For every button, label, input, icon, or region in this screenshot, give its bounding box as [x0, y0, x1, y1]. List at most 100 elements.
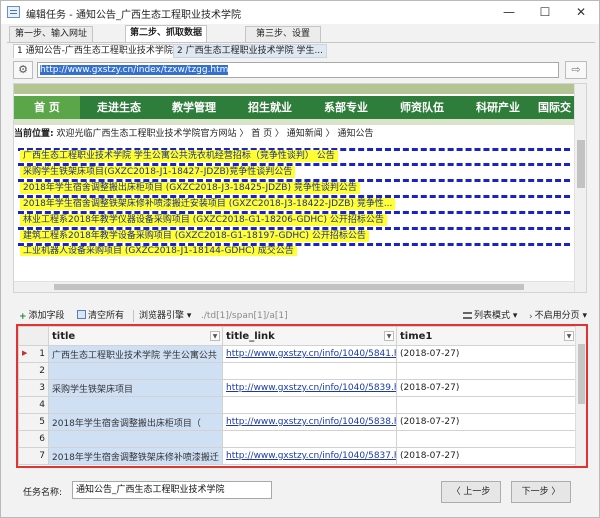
- cell-link[interactable]: http://www.gxstzy.cn/info/1040/5839.htm: [226, 383, 396, 393]
- table-row[interactable]: 4: [18, 396, 577, 414]
- cell-title[interactable]: 2018年学生宿舍调整搬出床柜项目（: [48, 413, 223, 431]
- chevron-down-icon[interactable]: ▼: [210, 331, 220, 341]
- cell-time1[interactable]: (2018-07-27): [396, 345, 577, 363]
- url-bar: ⚙ http://www.gxstzy.cn/index/tzxw/tzgg.h…: [13, 61, 587, 79]
- column-header-title-link[interactable]: title_link ▼: [222, 326, 397, 346]
- add-field-button[interactable]: + 添加字段: [19, 307, 65, 325]
- gear-icon[interactable]: ⚙: [13, 61, 33, 79]
- url-input[interactable]: http://www.gxstzy.cn/index/tzxw/tzgg.htm: [37, 62, 559, 78]
- table-row[interactable]: 7 2018年学生宿舍调整铁架床修补喷漆搬迁 http://www.gxstzy…: [18, 447, 577, 465]
- tabs-divider: [7, 42, 595, 43]
- column-time1-label: time1: [400, 330, 433, 342]
- clear-all-label: 清空所有: [88, 311, 125, 321]
- row-number: 3: [18, 379, 49, 397]
- notice-item[interactable]: 2018年学生宿舍调整铁架床修补喷漆搬迁安装项目 (GXZC2018-J3-18…: [20, 198, 396, 210]
- notice-item[interactable]: 林业工程系2018年教学仪器设备采购项目 (GXZC2018-G1-18206-…: [20, 214, 387, 226]
- breadcrumb-label: 当前位置:: [14, 129, 54, 139]
- scroll-thumb[interactable]: [578, 344, 585, 404]
- cell-time1[interactable]: (2018-07-27): [396, 379, 577, 397]
- cell-title-link[interactable]: http://www.gxstzy.cn/info/1040/5841.htm: [222, 345, 397, 363]
- subtab-page-2[interactable]: 2 广西生态工程职业技术学院 学生...: [173, 44, 328, 58]
- tab-step-2[interactable]: 第二步、抓取数据: [125, 25, 207, 43]
- browser-vertical-scrollbar[interactable]: [574, 84, 586, 292]
- tab-step-3[interactable]: 第三步、设置: [245, 26, 321, 42]
- column-header-title[interactable]: title ▼: [48, 326, 223, 346]
- data-grid[interactable]: title ▼ title_link ▼ time1 ▼ ▶ 1 广西生态工程职业技术学…: [16, 324, 588, 468]
- xpath-text: ./td[1]/span[1]/a[1]: [201, 311, 288, 321]
- row-number-header: [18, 326, 49, 346]
- paging-dropdown[interactable]: › 不启用分页 ▾: [529, 307, 587, 325]
- close-button[interactable]: ✕: [563, 1, 599, 23]
- nav-item-research[interactable]: 科研产业: [462, 96, 534, 119]
- column-title-label: title: [52, 330, 76, 342]
- cell-title-link[interactable]: http://www.gxstzy.cn/info/1040/5839.htm: [222, 379, 397, 397]
- cell-title[interactable]: 广西生态工程职业技术学院 学生公寓公共: [48, 345, 223, 363]
- list-mode-dropdown[interactable]: 列表模式 ▾: [463, 307, 517, 325]
- site-nav: 首 页 走进生态 教学管理 招生就业 系部专业 师资队伍 科研产业 国际交: [14, 96, 574, 119]
- cell-title[interactable]: [48, 430, 223, 448]
- subtab-page-1[interactable]: 1 通知公告-广西生态工程职业技术学院: [13, 44, 177, 58]
- breadcrumb-text: 欢迎光临广西生态工程职业技术学院官方网站 〉 首 页 〉 通知新闻 〉 通知公告: [56, 129, 374, 139]
- minimize-button[interactable]: —: [491, 1, 527, 23]
- table-row[interactable]: 3 采购学生铁架床项目 http://www.gxstzy.cn/info/10…: [18, 379, 577, 397]
- cell-link[interactable]: http://www.gxstzy.cn/info/1040/5838.htm: [226, 417, 396, 427]
- browser-engine-dropdown[interactable]: 浏览器引擎 ▾: [139, 307, 191, 325]
- chevron-down-icon[interactable]: ▼: [564, 331, 574, 341]
- cell-title-link[interactable]: [222, 396, 397, 414]
- cell-time1[interactable]: (2018-07-27): [396, 413, 577, 431]
- browser-horizontal-scrollbar[interactable]: [14, 281, 574, 292]
- nav-item-home[interactable]: 首 页: [14, 96, 80, 119]
- table-row[interactable]: 2: [18, 362, 577, 380]
- cell-title[interactable]: [48, 362, 223, 380]
- nav-item-admission[interactable]: 招生就业: [234, 96, 306, 119]
- cell-time1[interactable]: (2018-07-27): [396, 447, 577, 465]
- embedded-browser[interactable]: 首 页 走进生态 教学管理 招生就业 系部专业 师资队伍 科研产业 国际交 当前…: [13, 83, 587, 293]
- nav-item-teaching[interactable]: 教学管理: [158, 96, 230, 119]
- add-field-label: 添加字段: [28, 311, 65, 321]
- cell-title-link[interactable]: http://www.gxstzy.cn/info/1040/5838.htm: [222, 413, 397, 431]
- row-number: 5: [18, 413, 49, 431]
- cell-link[interactable]: http://www.gxstzy.cn/info/1040/5837.htm: [226, 451, 396, 461]
- scroll-thumb[interactable]: [54, 284, 524, 290]
- cell-link[interactable]: http://www.gxstzy.cn/info/1040/5841.htm: [226, 349, 396, 359]
- table-row[interactable]: 5 2018年学生宿舍调整搬出床柜项目（ http://www.gxstzy.c…: [18, 413, 577, 431]
- footer: 任务名称: 通知公告_广西生态工程职业技术学院 〈 上一步 下一步 〉: [1, 475, 599, 517]
- paging-label: 不启用分页 ▾: [534, 311, 587, 321]
- nav-item-faculty[interactable]: 师资队伍: [386, 96, 458, 119]
- cell-time1[interactable]: [396, 362, 577, 380]
- clear-all-button[interactable]: 清空所有: [77, 307, 124, 325]
- grid-vertical-scrollbar[interactable]: [575, 326, 586, 466]
- notice-item[interactable]: 采购学生铁架床项目(GXZC2018-J1-18427-JDZB)竞争性谈判公告: [20, 166, 296, 178]
- paging-arrow-icon: ›: [529, 312, 533, 322]
- tab-step-1[interactable]: 第一步、输入网址: [9, 26, 93, 42]
- chevron-down-icon[interactable]: ▼: [384, 331, 394, 341]
- nav-item-about[interactable]: 走进生态: [84, 96, 154, 119]
- notice-item[interactable]: 建筑工程系2018年教学设备采购项目 (GXZC2018-G1-18197-GD…: [20, 230, 369, 242]
- scroll-thumb[interactable]: [577, 140, 585, 188]
- cell-time1[interactable]: [396, 430, 577, 448]
- nav-item-international[interactable]: 国际交: [538, 96, 578, 119]
- go-arrow-icon[interactable]: ⇨: [565, 61, 587, 79]
- notice-item[interactable]: 工业机器人设备采购项目 (GXZC2018-J1-18144-GDHC) 成交公…: [20, 246, 297, 256]
- maximize-button[interactable]: ☐: [527, 1, 563, 23]
- table-row[interactable]: 6: [18, 430, 577, 448]
- url-text: http://www.gxstzy.cn/index/tzxw/tzgg.htm: [40, 65, 229, 75]
- breadcrumb: 当前位置: 欢迎光临广西生态工程职业技术学院官方网站 〉 首 页 〉 通知新闻 …: [14, 126, 374, 139]
- row-number: 2: [18, 362, 49, 380]
- nav-item-departments[interactable]: 系部专业: [310, 96, 382, 119]
- cell-title[interactable]: [48, 396, 223, 414]
- cell-title-link[interactable]: http://www.gxstzy.cn/info/1040/5837.htm: [222, 447, 397, 465]
- table-row[interactable]: ▶ 1 广西生态工程职业技术学院 学生公寓公共 http://www.gxstzy…: [18, 345, 577, 363]
- notice-item[interactable]: 广西生态工程职业技术学院 学生公寓公共洗衣机经营招标（竞争性谈判） 公告: [20, 150, 338, 162]
- column-header-time1[interactable]: time1 ▼: [396, 326, 577, 346]
- prev-step-button[interactable]: 〈 上一步: [441, 481, 501, 503]
- cell-title[interactable]: 2018年学生宿舍调整铁架床修补喷漆搬迁: [48, 447, 223, 465]
- notice-item[interactable]: 2018年学生宿舍调整搬出床柜项目 (GXZC2018-J3-18425-JDZ…: [20, 182, 360, 194]
- cell-time1[interactable]: [396, 396, 577, 414]
- next-step-button[interactable]: 下一步 〉: [511, 481, 571, 503]
- cell-title-link[interactable]: [222, 362, 397, 380]
- task-name-input[interactable]: 通知公告_广西生态工程职业技术学院: [72, 481, 272, 499]
- cell-title[interactable]: 采购学生铁架床项目: [48, 379, 223, 397]
- data-table: title ▼ title_link ▼ time1 ▼ ▶ 1 广西生态工程职业技术学…: [18, 326, 577, 465]
- cell-title-link[interactable]: [222, 430, 397, 448]
